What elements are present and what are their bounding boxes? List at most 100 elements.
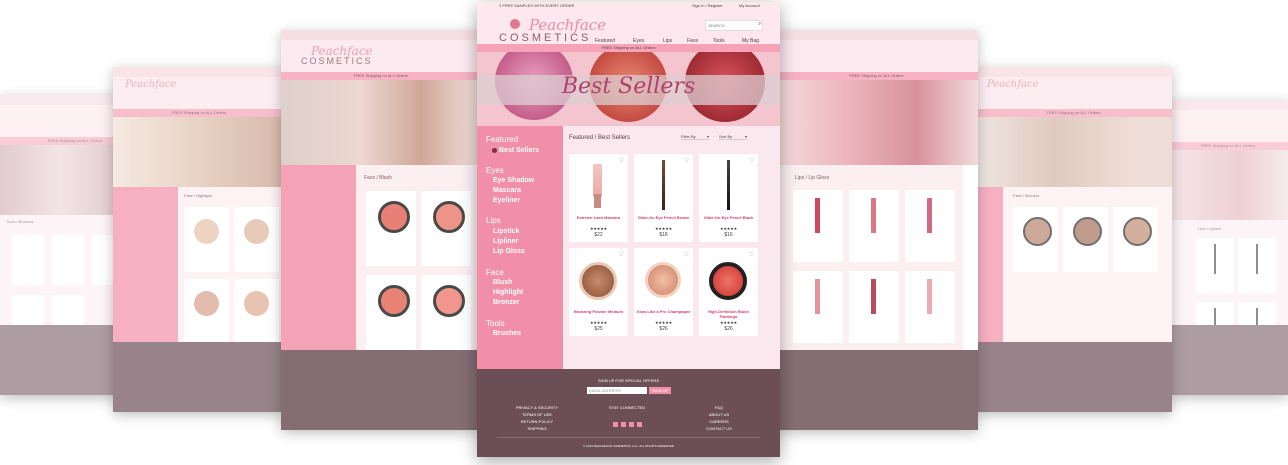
- hero-title: Best Sellers: [561, 74, 696, 99]
- footer-link-contact[interactable]: CONTACT US: [689, 426, 749, 431]
- sidebar-heading-lips[interactable]: Lips: [486, 216, 501, 225]
- chevron-down-icon: ▾: [744, 134, 747, 139]
- page-highlight: Peachface FREE Shipping on ALL Orders Fa…: [113, 67, 285, 412]
- sidebar-heading-eyes[interactable]: Eyes: [486, 166, 504, 175]
- logo-word[interactable]: COSMETICS: [499, 32, 591, 44]
- heart-icon[interactable]: ♡: [619, 157, 624, 164]
- product-card[interactable]: ♡ Glow Like a Pro Champagne ★★★★★ $26: [634, 248, 693, 336]
- product-rating: ★★★★★: [655, 226, 672, 231]
- product-card[interactable]: ♡ Glide-On Eye Pencil Black ★★★★★ $16: [699, 154, 758, 242]
- sidebar-item-lipstick[interactable]: Lipstick: [493, 228, 519, 235]
- product-image: [727, 160, 730, 210]
- peach-logo-icon: [510, 19, 520, 29]
- filter-label: Filter By: [681, 134, 696, 139]
- product-name[interactable]: Glow Like a Pro Champagne: [634, 309, 693, 314]
- footer-link-faq[interactable]: FAQ: [689, 405, 749, 410]
- sidebar-item-mascara[interactable]: Mascara: [493, 187, 521, 194]
- sidebar-item-blush[interactable]: Blush: [493, 279, 512, 286]
- product-card[interactable]: ♡ Extreme Lash Mascara ★★★★★ $22: [569, 154, 628, 242]
- sidebar-item-lipliner[interactable]: Lipliner: [493, 238, 518, 245]
- email-field[interactable]: EMAIL ADDRESS: [587, 387, 647, 394]
- footer-divider: [497, 437, 760, 438]
- signup-heading: SIGN UP FOR SPECIAL OFFERS: [597, 378, 660, 383]
- product-image: [593, 164, 602, 198]
- sidebar-heading-tools[interactable]: Tools: [486, 319, 505, 328]
- product-price: $25: [594, 326, 603, 332]
- fade-overlay: [1168, 100, 1288, 395]
- footer-link-privacy[interactable]: PRIVACY & SECURITY: [507, 405, 567, 410]
- peach-bullet-icon: [492, 148, 497, 153]
- heart-icon[interactable]: ♡: [749, 157, 754, 164]
- product-price: $22: [594, 232, 603, 238]
- footer-link-about[interactable]: ABOUT US: [689, 412, 749, 417]
- product-name[interactable]: High-Definition Blush Flamingo: [699, 309, 758, 319]
- heart-icon[interactable]: ♡: [619, 251, 624, 258]
- footer-link-shipping[interactable]: SHIPPING: [507, 426, 567, 431]
- product-name[interactable]: Glide-On Eye Pencil Brown: [634, 215, 693, 220]
- footer-link-careers[interactable]: CAREERS: [689, 419, 749, 424]
- sort-select[interactable]: Sort By ▾: [719, 134, 747, 140]
- sidebar-item-eyeliner[interactable]: Eyeliner: [493, 197, 520, 204]
- sort-label: Sort By: [719, 134, 733, 139]
- product-image: [579, 262, 617, 300]
- sidebar: Featured Best Sellers Eyes Eye Shadow Ma…: [477, 126, 563, 369]
- page-lipgloss: FREE Shipping on ALL Orders Lips / Lip G…: [775, 30, 978, 430]
- product-rating: ★★★★★: [590, 320, 607, 325]
- footer: SIGN UP FOR SPECIAL OFFERS EMAIL ADDRESS…: [477, 369, 780, 457]
- pinterest-icon[interactable]: [629, 422, 634, 427]
- product-rating: ★★★★★: [655, 320, 672, 325]
- product-price: $18: [659, 232, 668, 238]
- product-card[interactable]: ♡ Glide-On Eye Pencil Brown ★★★★★ $18: [634, 154, 693, 242]
- facebook-icon[interactable]: [613, 422, 618, 427]
- fade-overlay: [281, 30, 481, 430]
- header: Peachface COSMETICS SEARCH ⌕ Featured Ey…: [477, 8, 780, 44]
- sidebar-heading-face[interactable]: Face: [486, 268, 504, 277]
- page-bronzer: Peachface FREE Shipping on ALL Orders Fa…: [975, 67, 1172, 412]
- page-blush: Peachface COSMETICS FREE Shipping on ALL…: [281, 30, 481, 430]
- breadcrumb: Featured / Best Sellers: [569, 135, 631, 141]
- copyright: © 2014 PEACHFACE COSMETICS, LLC. ALL RIG…: [583, 444, 674, 448]
- sidebar-item-highlight[interactable]: Highlight: [493, 289, 523, 296]
- product-area: Featured / Best Sellers Filter By ▾ Sort…: [563, 126, 780, 369]
- fade-overlay: [113, 67, 285, 412]
- footer-link-terms[interactable]: TERMS OF USE: [507, 412, 567, 417]
- twitter-icon[interactable]: [621, 422, 626, 427]
- sidebar-item-eye-shadow[interactable]: Eye Shadow: [493, 177, 534, 184]
- fade-overlay: [775, 30, 978, 430]
- product-image: [662, 160, 665, 210]
- product-card[interactable]: ♡ Bronzing Powder Medium ★★★★★ $25: [569, 248, 628, 336]
- product-price: $26: [724, 326, 733, 332]
- sidebar-heading-featured[interactable]: Featured: [486, 135, 518, 144]
- chevron-down-icon: ▾: [706, 134, 709, 139]
- hero-banner: Best Sellers: [477, 52, 780, 126]
- sidebar-item-brushes[interactable]: Brushes: [493, 330, 521, 337]
- stay-connected-label: STAY CONNECTED: [608, 405, 646, 410]
- search-icon[interactable]: ⌕: [758, 21, 761, 28]
- page-best-sellers: 2 FREE SAMPLES WITH EVERY ORDER Sign In …: [477, 2, 780, 457]
- product-card[interactable]: ♡ High-Definition Blush Flamingo ★★★★★ $…: [699, 248, 758, 336]
- product-price: $16: [724, 232, 733, 238]
- sidebar-item-lip-gloss[interactable]: Lip Gloss: [493, 248, 525, 255]
- product-name[interactable]: Extreme Lash Mascara: [569, 215, 628, 220]
- heart-icon[interactable]: ♡: [684, 157, 689, 164]
- product-price: $26: [659, 326, 668, 332]
- filter-select[interactable]: Filter By ▾: [681, 134, 709, 140]
- product-image-cap: [594, 194, 601, 208]
- signup-button[interactable]: SIGN UP: [649, 387, 671, 394]
- social-icons: [613, 414, 642, 432]
- fade-overlay: [975, 67, 1172, 412]
- heart-icon[interactable]: ♡: [749, 251, 754, 258]
- product-rating: ★★★★★: [720, 320, 737, 325]
- product-rating: ★★★★★: [590, 226, 607, 231]
- product-name[interactable]: Glide-On Eye Pencil Black: [699, 215, 758, 220]
- footer-link-returns[interactable]: RETURN POLICY: [507, 419, 567, 424]
- instagram-icon[interactable]: [637, 422, 642, 427]
- shipping-banner: FREE Shipping on ALL Orders: [477, 44, 780, 52]
- search-input[interactable]: SEARCH: [705, 20, 763, 31]
- product-name[interactable]: Bronzing Powder Medium: [569, 309, 628, 314]
- sidebar-item-bronzer[interactable]: Bronzer: [493, 299, 519, 306]
- sidebar-item-best-sellers[interactable]: Best Sellers: [499, 147, 539, 154]
- product-rating: ★★★★★: [720, 226, 737, 231]
- product-image: [645, 262, 681, 298]
- heart-icon[interactable]: ♡: [684, 251, 689, 258]
